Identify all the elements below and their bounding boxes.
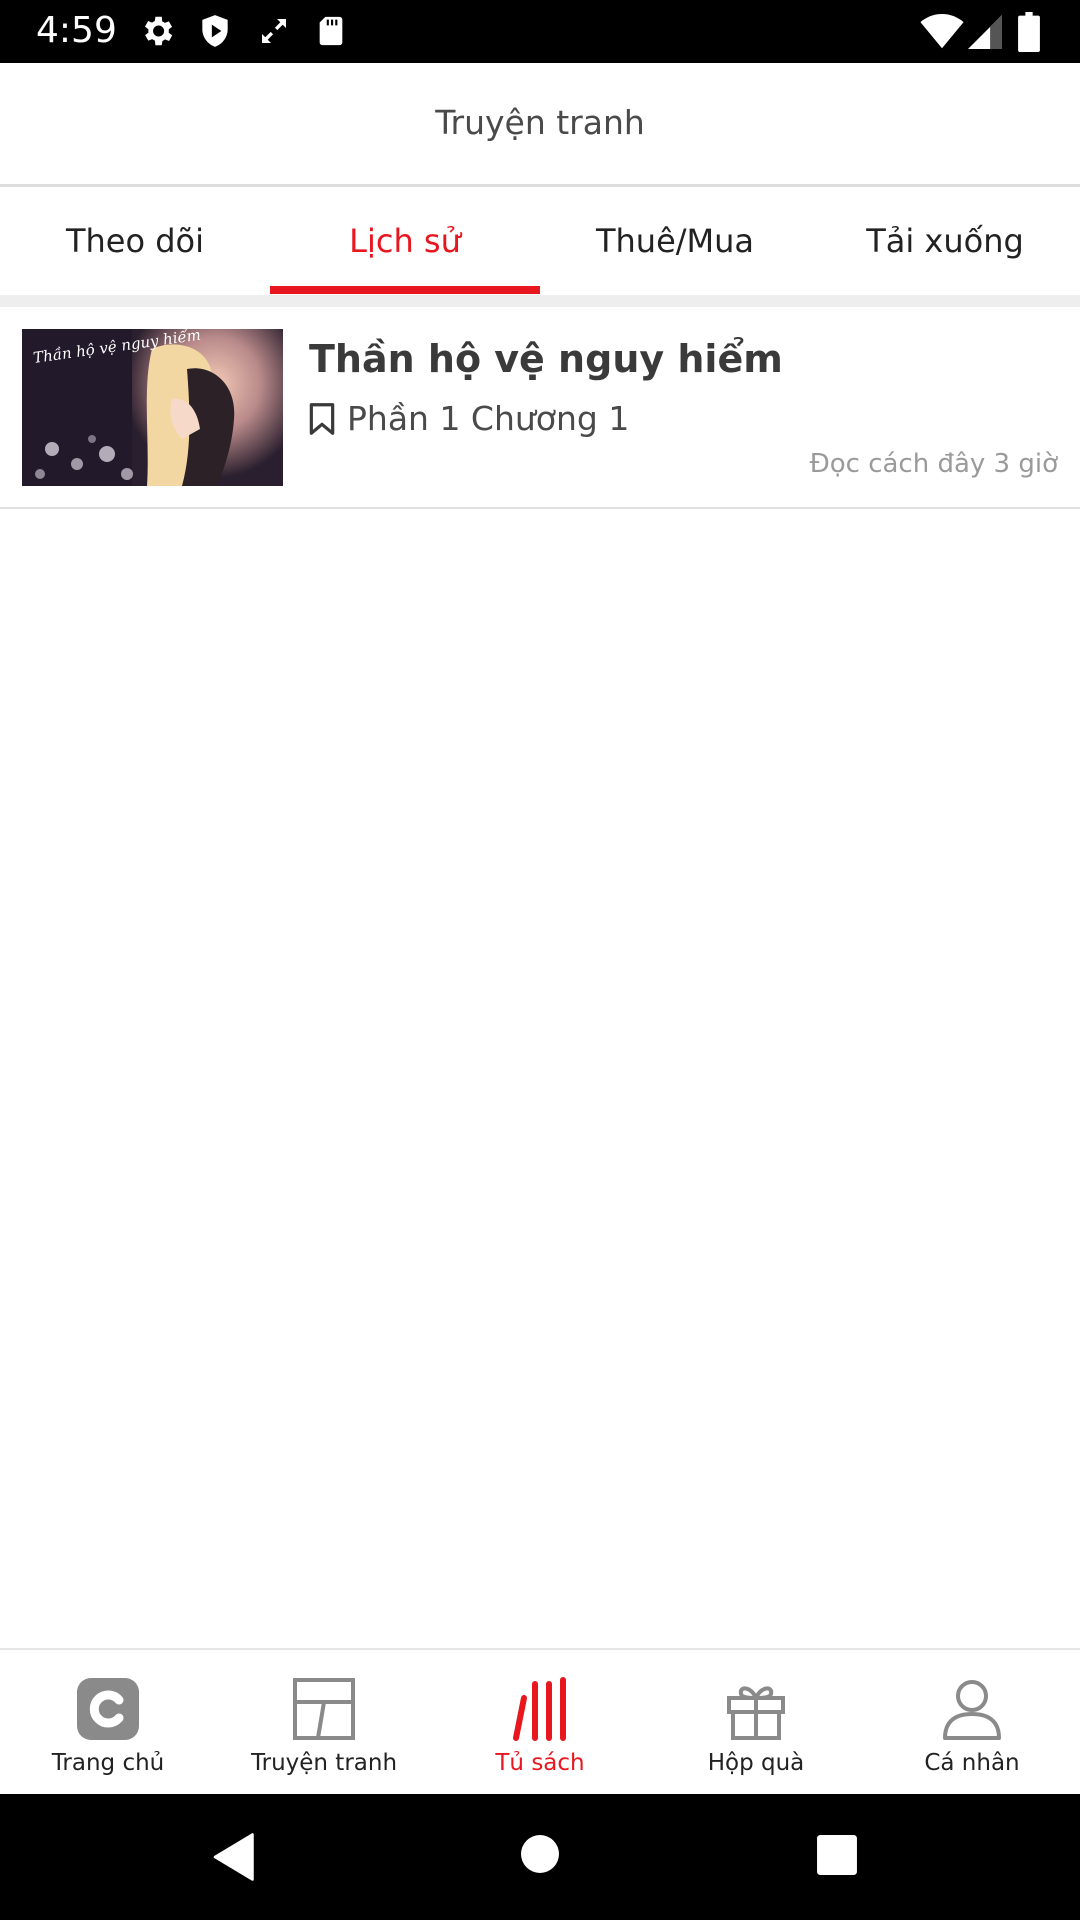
nav-label: Cá nhân — [924, 1750, 1020, 1776]
comic-cover-thumbnail: Thần hộ vệ nguy hiểm — [22, 329, 283, 486]
gift-icon — [727, 1686, 785, 1740]
sync-arrows-icon — [262, 19, 286, 43]
comic-title: Thần hộ vệ nguy hiểm — [309, 337, 783, 381]
nav-label: Truyện tranh — [250, 1750, 398, 1776]
tab-label: Thuê/Mua — [595, 222, 755, 260]
page-title: Truyện tranh — [435, 103, 645, 142]
status-bar: 4:59 — [0, 0, 1080, 63]
comic-panel-icon — [293, 1678, 355, 1740]
tab-label: Lịch sử — [349, 222, 461, 260]
app-header: Truyện tranh — [0, 63, 1080, 187]
tab-thue-mua[interactable]: Thuê/Mua — [540, 190, 810, 295]
nav-item-ca-nhan[interactable]: Cá nhân — [864, 1650, 1080, 1794]
nav-item-tu-sach[interactable]: Tủ sách — [432, 1650, 648, 1794]
battery-icon — [1018, 12, 1040, 52]
bottom-navigation: Trang chủ Truyện tranh Tủ sách Hộp quà C… — [0, 1648, 1080, 1794]
nav-item-truyen-tranh[interactable]: Truyện tranh — [216, 1650, 432, 1794]
history-list-item[interactable]: Thần hộ vệ nguy hiểm Thần hộ vệ nguy hiể… — [0, 307, 1080, 509]
nav-label: Trang chủ — [51, 1750, 165, 1776]
bookshelf-icon — [513, 1677, 566, 1741]
settings-icon — [144, 16, 173, 46]
bookmark-icon — [309, 402, 335, 435]
tabs-separator — [0, 295, 1080, 307]
active-tab-indicator — [270, 286, 540, 294]
last-read-time: Đọc cách đây 3 giờ — [809, 449, 1058, 479]
recents-icon[interactable] — [816, 1834, 858, 1876]
cellular-signal-icon — [968, 15, 1002, 49]
status-time: 4:59 — [36, 10, 117, 51]
wifi-icon — [920, 14, 964, 49]
nav-label: Tủ sách — [495, 1750, 585, 1776]
nav-item-hop-qua[interactable]: Hộp quà — [648, 1650, 864, 1794]
sd-card-icon — [319, 16, 343, 46]
tab-lich-su[interactable]: Lịch sử — [270, 190, 540, 295]
chapter-label: Phần 1 Chương 1 — [347, 399, 630, 438]
tab-label: Theo dõi — [65, 222, 205, 260]
system-navigation-bar — [0, 1794, 1080, 1920]
nav-item-trang-chu[interactable]: Trang chủ — [0, 1650, 216, 1794]
home-c-icon — [77, 1678, 139, 1740]
shield-play-icon — [202, 15, 228, 47]
tab-bar: Theo dõi Lịch sử Thuê/Mua Tải xuống — [0, 190, 1080, 295]
back-icon[interactable] — [210, 1832, 260, 1882]
tab-label: Tải xuống — [866, 222, 1024, 260]
home-icon[interactable] — [520, 1834, 560, 1874]
tab-theo-doi[interactable]: Theo dõi — [0, 190, 270, 295]
tab-tai-xuong[interactable]: Tải xuống — [810, 190, 1080, 295]
chapter-info: Phần 1 Chương 1 — [309, 399, 629, 438]
nav-label: Hộp quà — [707, 1750, 805, 1776]
person-icon — [943, 1680, 1001, 1740]
